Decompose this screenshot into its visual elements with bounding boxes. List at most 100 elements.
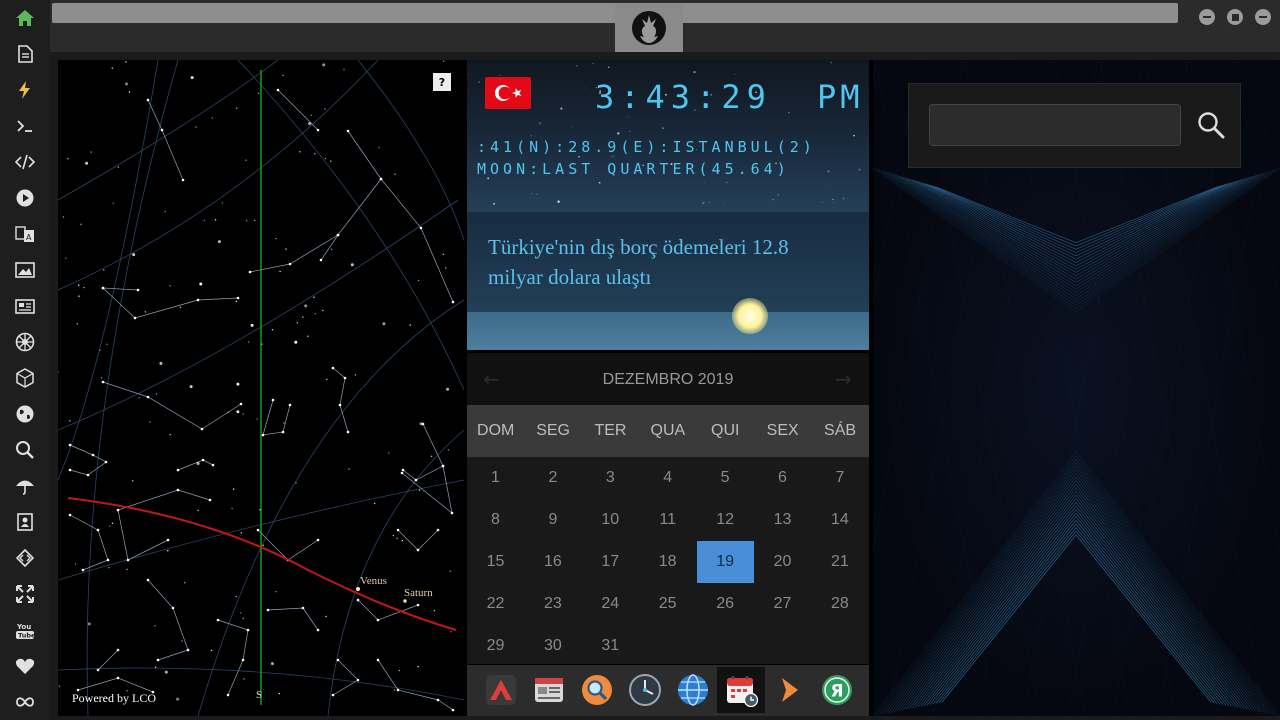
sidebar-item-newspaper[interactable]	[12, 293, 38, 319]
calendar-day[interactable]: 9	[524, 499, 581, 541]
calendar-day[interactable]: 30	[524, 625, 581, 667]
weekday-qui: QUI	[711, 422, 740, 439]
calendar-day[interactable]: 12	[697, 499, 754, 541]
sidebar-item-terminal[interactable]	[12, 113, 38, 139]
calendar-day[interactable]: 13	[754, 499, 811, 541]
sidebar-item-cube[interactable]	[12, 365, 38, 391]
calendar-day[interactable]: 18	[639, 541, 696, 583]
calendar-widget: ← DEZEMBRO 2019 → DOM SEG TER QUA QUI SEX SÁB …	[467, 353, 869, 664]
sidebar-item-empire[interactable]	[12, 329, 38, 355]
calendar-day[interactable]: 29	[467, 625, 524, 667]
calendar-day[interactable]: 1	[467, 457, 524, 499]
calendar-day[interactable]: 31	[582, 625, 639, 667]
app-dock: Я	[467, 665, 869, 716]
sidebar-item-play[interactable]	[12, 185, 38, 211]
planet-label-venus: Venus	[360, 575, 387, 587]
sidebar-item-image[interactable]	[12, 257, 38, 283]
calendar-day[interactable]: 16	[524, 541, 581, 583]
powered-by-text: Powered by LCO	[72, 691, 156, 705]
sky-map[interactable]: ? Venus Saturn S Powered by LCO	[58, 60, 464, 716]
globe-icon	[16, 405, 34, 423]
sidebar-item-umbrella[interactable]	[12, 473, 38, 499]
calendar-day[interactable]: 23	[524, 583, 581, 625]
sidebar-item-translate[interactable]: A	[12, 221, 38, 247]
calendar-day[interactable]: 8	[467, 499, 524, 541]
calendar-day[interactable]: 15	[467, 541, 524, 583]
sidebar-item-youtube[interactable]: You Tube	[12, 617, 38, 643]
search-input[interactable]	[929, 104, 1181, 146]
calendar-day[interactable]: 6	[754, 457, 811, 499]
dock-item-browser-globe[interactable]	[673, 670, 713, 710]
translate-icon: A	[15, 226, 34, 242]
sidebar-item-lightning[interactable]	[12, 77, 38, 103]
sidebar-item-home[interactable]	[12, 5, 38, 31]
maximize-button[interactable]	[1227, 9, 1243, 25]
weekday-sex: SEX	[766, 422, 799, 439]
clock-app-icon	[629, 674, 661, 706]
dock-item-app-launcher[interactable]	[481, 670, 521, 710]
sidebar-item-globe[interactable]	[12, 401, 38, 427]
sidebar-item-heart[interactable]	[12, 653, 38, 679]
calendar-day[interactable]: 5	[697, 457, 754, 499]
calendar-month-title: DEZEMBRO 2019	[602, 371, 734, 388]
svg-text:Tube: Tube	[18, 632, 35, 640]
calendar-day[interactable]: 21	[811, 541, 868, 583]
sidebar: A You Tube	[0, 0, 50, 720]
sidebar-item-infinity[interactable]	[12, 689, 38, 715]
dock-item-search-app[interactable]	[577, 670, 617, 710]
search-app-icon	[582, 675, 612, 705]
news-ticker[interactable]: Türkiye'nin dış borç ödemeleri 12.8 mily…	[467, 212, 869, 312]
sidebar-item-code-tag[interactable]	[12, 545, 38, 571]
help-button[interactable]: ?	[433, 73, 451, 91]
calendar-header: ← DEZEMBRO 2019 →	[467, 353, 869, 405]
minimize-button[interactable]	[1199, 9, 1215, 25]
active-tab[interactable]	[615, 4, 683, 52]
yandex-icon: Я	[822, 675, 852, 705]
expand-icon	[16, 585, 34, 603]
calendar-day[interactable]: 10	[582, 499, 639, 541]
calendar-day-today[interactable]: 19	[696, 541, 754, 583]
calendar-day[interactable]: 25	[639, 583, 696, 625]
weekday-ter: TER	[594, 422, 627, 439]
calendar-day[interactable]: 27	[754, 583, 811, 625]
sidebar-item-search[interactable]	[12, 437, 38, 463]
umbrella-icon	[16, 480, 34, 495]
next-month-button[interactable]: →	[835, 367, 852, 391]
close-icon	[1259, 16, 1267, 18]
search-button[interactable]	[1191, 104, 1231, 146]
calendar-day[interactable]: 11	[639, 499, 696, 541]
weekday-qua: QUA	[650, 422, 686, 439]
calendar-day[interactable]: 26	[697, 583, 754, 625]
calendar-day[interactable]: 28	[811, 583, 868, 625]
chevron-right-app-icon	[782, 678, 798, 702]
dock-item-yandex[interactable]: Я	[817, 670, 857, 710]
dock-item-clock-app[interactable]	[625, 670, 665, 710]
calendar-day[interactable]: 7	[811, 457, 868, 499]
calendar-day[interactable]: 20	[754, 541, 811, 583]
news-headline[interactable]: Türkiye'nin dış borç ödemeleri 12.8 mily…	[488, 232, 848, 292]
rebel-alliance-icon	[632, 11, 666, 45]
calendar-day[interactable]: 24	[582, 583, 639, 625]
calendar-day[interactable]: 2	[524, 457, 581, 499]
dock-item-news-reader[interactable]	[529, 670, 569, 710]
dock-item-chevron-right-app[interactable]	[769, 670, 809, 710]
calendar-day[interactable]: 22	[467, 583, 524, 625]
calendar-day[interactable]: 14	[811, 499, 868, 541]
close-button[interactable]	[1255, 9, 1271, 25]
news-reader-icon	[535, 678, 563, 702]
sidebar-item-expand[interactable]	[12, 581, 38, 607]
weekday-header: DOM SEG TER QUA QUI SEX SÁB	[467, 405, 869, 457]
sidebar-item-contact-book[interactable]	[12, 509, 38, 535]
content-area: ? Venus Saturn S Powered by LCO 3:43:29 …	[58, 60, 1280, 716]
search-box	[908, 83, 1241, 168]
dock-item-calendar-app[interactable]	[717, 667, 765, 713]
planet-label-saturn: Saturn	[404, 587, 433, 599]
calendar-day[interactable]: 17	[582, 541, 639, 583]
sidebar-item-document[interactable]	[12, 41, 38, 67]
cube-icon	[16, 368, 34, 388]
title-bar	[50, 0, 1280, 52]
heart-icon	[15, 658, 35, 674]
calendar-day[interactable]: 4	[639, 457, 696, 499]
calendar-day[interactable]: 3	[582, 457, 639, 499]
sidebar-item-code[interactable]	[12, 149, 38, 175]
